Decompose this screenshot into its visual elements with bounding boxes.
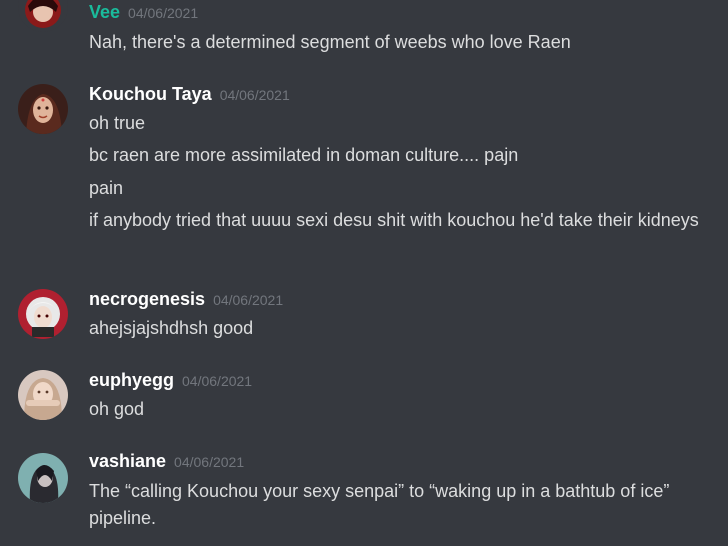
message-header: vashiane 04/06/2021 [89,451,244,475]
message-text: oh true [89,113,146,133]
username[interactable]: vashiane [89,451,166,471]
avatar[interactable] [18,84,68,134]
avatar[interactable] [18,289,68,339]
username[interactable]: necrogenesis [89,289,205,309]
avatar[interactable] [18,0,68,32]
message-text: The “calling Kouchou your sexy senpai” t… [89,481,670,528]
message-text: oh god [89,399,145,419]
message-header: Vee 04/06/2021 [89,2,198,26]
message-header: necrogenesis 04/06/2021 [89,289,283,313]
avatar[interactable] [18,370,68,420]
timestamp: 04/06/2021 [182,373,253,389]
message-text: Nah, there's a determined segment of wee… [89,32,571,52]
avatar[interactable] [18,453,68,503]
message-header: euphyegg 04/06/2021 [89,370,252,394]
message-header: Kouchou Taya 04/06/2021 [89,84,290,108]
timestamp: 04/06/2021 [219,87,290,103]
timestamp: 04/06/2021 [128,5,199,21]
message-text: pain [89,178,124,198]
username[interactable]: euphyegg [89,370,174,390]
username[interactable]: Kouchou Taya [89,84,212,104]
message-text: bc raen are more assimilated in doman cu… [89,145,519,165]
message-text: ahejsjajshdhsh good [89,318,254,338]
message-text: if anybody tried that uuuu sexi desu shi… [89,210,699,230]
username[interactable]: Vee [89,2,120,22]
timestamp: 04/06/2021 [213,292,284,308]
timestamp: 04/06/2021 [174,454,245,470]
